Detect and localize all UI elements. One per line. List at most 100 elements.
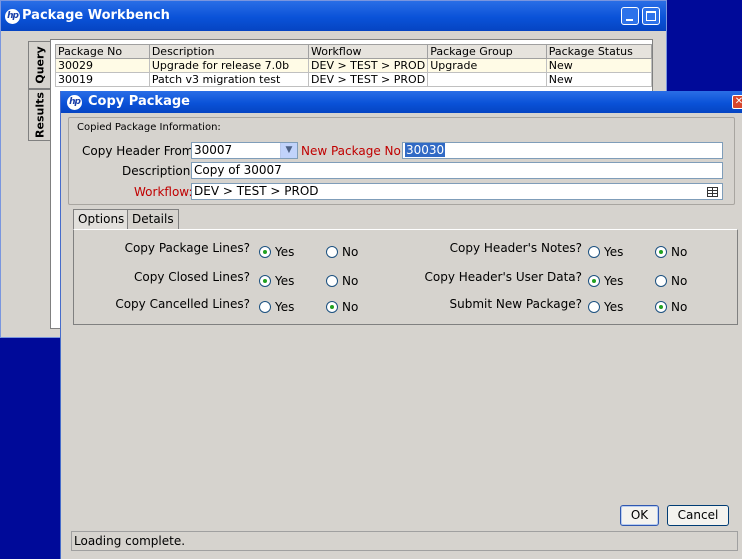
tab-query[interactable]: Query <box>28 41 50 89</box>
radio-selected-icon <box>259 275 271 287</box>
copy-header-user-data-yes-radio[interactable]: Yes <box>588 274 623 288</box>
radio-unselected-icon <box>326 246 338 258</box>
copy-header-from-label: Copy Header From: <box>82 144 198 158</box>
cell-package-status: New <box>545 72 653 87</box>
radio-unselected-icon <box>326 275 338 287</box>
submit-new-package-no-radio[interactable]: No <box>655 300 687 314</box>
copy-closed-lines-no-radio[interactable]: No <box>326 274 358 288</box>
cell-package-status: New <box>545 58 653 73</box>
tab-options[interactable]: Options <box>73 209 130 229</box>
tab-results[interactable]: Results <box>28 89 50 141</box>
copy-package-lines-no-radio[interactable]: No <box>326 245 358 259</box>
radio-yes-label: Yes <box>275 245 295 259</box>
close-icon: ✕ <box>734 96 742 107</box>
workflow-label: Workflow: <box>134 185 193 199</box>
radio-no-label: No <box>342 274 359 288</box>
hp-logo-icon: hp <box>67 95 82 110</box>
cancel-button[interactable]: Cancel <box>667 505 729 526</box>
workflow-value: DEV > TEST > PROD <box>194 184 319 198</box>
cell-package-group <box>427 72 547 87</box>
column-header-description[interactable]: Description <box>148 44 310 59</box>
radio-yes-label: Yes <box>604 300 624 314</box>
workbench-title: Package Workbench <box>22 8 170 23</box>
submit-new-package-yes-radio[interactable]: Yes <box>588 300 623 314</box>
description-label: Description: <box>122 164 195 178</box>
radio-yes-label: Yes <box>275 300 295 314</box>
table-row[interactable]: 30019 Patch v3 migration test DEV > TEST… <box>55 72 653 87</box>
copy-header-from-combo[interactable]: 30007 ▼ <box>191 142 298 159</box>
ok-button[interactable]: OK <box>620 505 659 526</box>
radio-selected-icon <box>326 301 338 313</box>
submit-new-package-label: Submit New Package? <box>449 297 582 311</box>
radio-no-label: No <box>671 274 688 288</box>
copy-package-dialog: hp Copy Package ✕ Copied Package Informa… <box>60 91 742 559</box>
radio-unselected-icon <box>588 246 600 258</box>
copy-closed-lines-yes-radio[interactable]: Yes <box>259 274 294 288</box>
copy-cancelled-lines-no-radio[interactable]: No <box>326 300 358 314</box>
close-button[interactable]: ✕ <box>732 95 742 109</box>
cell-package-group: Upgrade <box>427 58 547 73</box>
radio-no-label: No <box>342 300 359 314</box>
radio-no-label: No <box>671 245 688 259</box>
copy-header-user-data-label: Copy Header's User Data? <box>424 270 583 284</box>
cell-package-no: 30029 <box>55 58 150 73</box>
new-package-no-value: 30030 <box>405 143 446 157</box>
radio-unselected-icon <box>588 301 600 313</box>
chevron-down-icon[interactable]: ▼ <box>280 143 297 158</box>
maximize-icon <box>646 11 656 21</box>
maximize-button[interactable] <box>642 7 660 25</box>
radio-unselected-icon <box>655 275 667 287</box>
copy-header-user-data-no-radio[interactable]: No <box>655 274 687 288</box>
column-header-package-group[interactable]: Package Group <box>427 44 547 59</box>
tab-query-label: Query <box>33 46 46 84</box>
status-bar: Loading complete. <box>71 531 738 551</box>
tab-details[interactable]: Details <box>127 209 179 229</box>
radio-no-label: No <box>671 300 688 314</box>
description-field[interactable]: Copy of 30007 <box>191 162 723 179</box>
status-text: Loading complete. <box>74 534 186 548</box>
table-lookup-icon[interactable] <box>707 187 718 197</box>
workbench-title-bar[interactable]: hp Package Workbench <box>1 1 666 31</box>
copy-header-notes-label: Copy Header's Notes? <box>449 241 582 255</box>
radio-yes-label: Yes <box>275 274 295 288</box>
tab-options-label: Options <box>78 212 125 226</box>
radio-unselected-icon <box>259 301 271 313</box>
copy-package-lines-label: Copy Package Lines? <box>124 241 250 255</box>
copy-cancelled-lines-yes-radio[interactable]: Yes <box>259 300 294 314</box>
copy-package-lines-yes-radio[interactable]: Yes <box>259 245 294 259</box>
copy-header-notes-no-radio[interactable]: No <box>655 245 687 259</box>
column-header-package-no[interactable]: Package No <box>55 44 150 59</box>
radio-selected-icon <box>655 246 667 258</box>
results-table: Package No Description Workflow Package … <box>55 44 653 87</box>
dialog-title: Copy Package <box>88 94 190 109</box>
new-package-no-field[interactable]: 30030 <box>402 142 723 159</box>
group-label: Copied Package Information: <box>77 122 221 133</box>
minimize-button[interactable] <box>621 7 639 25</box>
tab-details-label: Details <box>132 212 174 226</box>
copy-header-from-value: 30007 <box>194 143 233 157</box>
radio-yes-label: Yes <box>604 274 624 288</box>
dialog-title-bar[interactable]: hp Copy Package ✕ <box>61 91 742 113</box>
radio-selected-icon <box>259 246 271 258</box>
column-header-workflow[interactable]: Workflow <box>308 44 429 59</box>
column-header-package-status[interactable]: Package Status <box>545 44 653 59</box>
table-header-row: Package No Description Workflow Package … <box>55 44 653 59</box>
radio-selected-icon <box>588 275 600 287</box>
radio-yes-label: Yes <box>604 245 624 259</box>
hp-logo-icon: hp <box>5 9 20 24</box>
cell-description: Patch v3 migration test <box>148 72 310 87</box>
copy-closed-lines-label: Copy Closed Lines? <box>133 270 250 284</box>
cell-description: Upgrade for release 7.0b <box>148 58 310 73</box>
table-row[interactable]: 30029 Upgrade for release 7.0b DEV > TES… <box>55 58 653 73</box>
copy-header-notes-yes-radio[interactable]: Yes <box>588 245 623 259</box>
workflow-field[interactable]: DEV > TEST > PROD <box>191 183 723 200</box>
radio-selected-icon <box>655 301 667 313</box>
new-package-no-label: New Package No: <box>301 144 405 158</box>
tab-results-label: Results <box>33 92 46 138</box>
cell-package-no: 30019 <box>55 72 150 87</box>
radio-no-label: No <box>342 245 359 259</box>
copy-cancelled-lines-label: Copy Cancelled Lines? <box>115 297 250 311</box>
description-value: Copy of 30007 <box>194 163 282 177</box>
cell-workflow: DEV > TEST > PROD <box>308 58 429 73</box>
minimize-icon <box>626 19 633 21</box>
